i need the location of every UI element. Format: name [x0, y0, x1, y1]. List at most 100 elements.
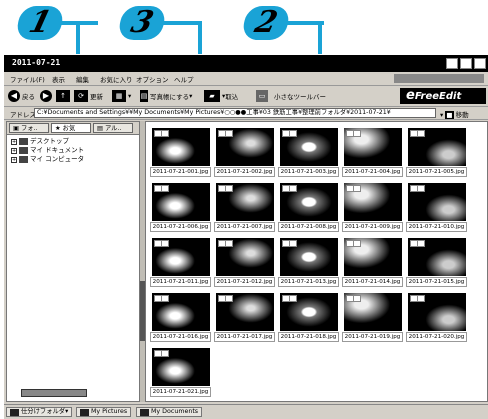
thumbnail-item[interactable]: 2011-07-21-021.jpg — [150, 346, 211, 397]
thumbnail-item[interactable]: 2011-07-21-018.jpg — [278, 291, 339, 342]
view-mode-dropdown-icon: ▾ — [189, 92, 193, 100]
expand-icon[interactable]: + — [11, 138, 17, 145]
thumbnail-item[interactable]: 2011-07-21-013.jpg — [278, 236, 339, 287]
folder-tree-pane: ▣ フォ.. ★ お気 ▤ アル.. + デスクトップ + マイ ドキュメント … — [6, 121, 140, 402]
selection-checkbox-icon[interactable] — [353, 185, 361, 192]
thumbnail-item[interactable]: 2011-07-21-014.jpg — [342, 236, 403, 287]
thumbnail-item[interactable]: 2011-07-21-001.jpg — [150, 126, 211, 177]
import-button[interactable]: ▰ ▾ 取込 — [204, 89, 238, 103]
address-input[interactable]: C:¥Documents and Settings¥¥My Documents¥… — [34, 108, 436, 118]
thumbnail-view-button[interactable]: ▦ ▾ — [112, 89, 131, 103]
menu-help[interactable]: ヘルプ — [174, 74, 194, 84]
menu-edit[interactable]: 編集 — [76, 74, 89, 84]
menu-options[interactable]: オプション — [136, 74, 169, 84]
selection-checkbox-icon[interactable] — [289, 295, 297, 302]
menu-favorites[interactable]: お気に入り — [100, 74, 133, 84]
selection-checkbox-icon[interactable] — [161, 185, 169, 192]
selection-checkbox-icon[interactable] — [417, 130, 425, 137]
tab-albums[interactable]: ▤ アル.. — [93, 123, 133, 133]
thumbnail-caption: 2011-07-21-016.jpg — [150, 332, 211, 342]
desktop-icon — [19, 138, 28, 145]
album-icon: ▤ — [140, 90, 148, 102]
address-go-button[interactable]: ▾ ■ 移動 — [440, 109, 469, 119]
back-button[interactable]: ◀ 戻る — [8, 89, 35, 103]
thumbnail-item[interactable]: 2011-07-21-011.jpg — [150, 236, 211, 287]
thumbnail-item[interactable]: 2011-07-21-006.jpg — [150, 181, 211, 232]
status-tab-my-documents[interactable]: My Documents — [136, 407, 203, 417]
thumbnail-item[interactable]: 2011-07-21-010.jpg — [406, 181, 467, 232]
thumbnail-caption: 2011-07-21-014.jpg — [342, 277, 403, 287]
tree-item-desktop[interactable]: + デスクトップ — [11, 137, 84, 146]
tree-item-my-computer[interactable]: + マイ コンピュータ — [11, 155, 84, 164]
thumbnail-item[interactable]: 2011-07-21-008.jpg — [278, 181, 339, 232]
tab-folders[interactable]: ▣ フォ.. — [9, 123, 49, 133]
thumbnail-item[interactable]: 2011-07-21-019.jpg — [342, 291, 403, 342]
selection-checkbox-icon[interactable] — [289, 130, 297, 137]
selection-checkbox-icon[interactable] — [161, 350, 169, 357]
minimize-button[interactable] — [446, 58, 458, 69]
selection-checkbox-icon[interactable] — [161, 240, 169, 247]
thumbnail-item[interactable]: 2011-07-21-005.jpg — [406, 126, 467, 177]
callout-1: 1 — [13, 0, 98, 46]
thumbnail-caption: 2011-07-21-018.jpg — [278, 332, 339, 342]
selection-checkbox-icon[interactable] — [225, 295, 233, 302]
selection-checkbox-icon[interactable] — [353, 240, 361, 247]
thumbnail-item[interactable]: 2011-07-21-004.jpg — [342, 126, 403, 177]
selection-checkbox-icon[interactable] — [225, 240, 233, 247]
menu-bar: ファイル(F) 表示 編集 お気に入り オプション ヘルプ — [4, 72, 488, 86]
selection-checkbox-icon[interactable] — [289, 240, 297, 247]
thumbnail-image — [408, 238, 466, 276]
thumbnail-item[interactable]: 2011-07-21-017.jpg — [214, 291, 275, 342]
thumbnail-item[interactable]: 2011-07-21-009.jpg — [342, 181, 403, 232]
go-icon: ■ — [445, 111, 454, 119]
callout-2: 2 — [239, 0, 324, 46]
thumbnail-caption: 2011-07-21-004.jpg — [342, 167, 403, 177]
expand-icon[interactable]: + — [11, 147, 17, 154]
tab-favorites[interactable]: ★ お気 — [51, 123, 91, 133]
small-toolbar-button[interactable]: ▭ 小さなツールバー — [256, 89, 326, 103]
thumbnail-image — [280, 293, 338, 331]
selection-checkbox-icon[interactable] — [225, 185, 233, 192]
address-label: アドレス — [10, 111, 36, 119]
selection-checkbox-icon[interactable] — [161, 295, 169, 302]
thumbnail-item[interactable]: 2011-07-21-002.jpg — [214, 126, 275, 177]
thumbnail-item[interactable]: 2011-07-21-012.jpg — [214, 236, 275, 287]
thumbnail-item[interactable]: 2011-07-21-007.jpg — [214, 181, 275, 232]
menu-file[interactable]: ファイル(F) — [10, 74, 45, 84]
status-tab-my-pictures[interactable]: My Pictures — [76, 407, 132, 417]
thumbnail-caption: 2011-07-21-013.jpg — [278, 277, 339, 287]
tree-item-label: マイ ドキュメント — [30, 146, 85, 154]
thumbnail-image — [344, 128, 402, 166]
thumbnail-item[interactable]: 2011-07-21-016.jpg — [150, 291, 211, 342]
thumbnail-item[interactable]: 2011-07-21-003.jpg — [278, 126, 339, 177]
up-folder-button[interactable]: ↑ — [56, 89, 72, 103]
selection-checkbox-icon[interactable] — [353, 295, 361, 302]
forward-button[interactable]: ▶ — [40, 89, 54, 103]
refresh-button[interactable]: ⟳ 更新 — [74, 89, 103, 103]
expand-icon[interactable]: + — [11, 156, 17, 163]
title-bar: 2011-07-21 — [4, 55, 488, 72]
thumbnail-caption: 2011-07-21-001.jpg — [150, 167, 211, 177]
maximize-button[interactable] — [460, 58, 472, 69]
selection-checkbox-icon[interactable] — [417, 240, 425, 247]
horizontal-scrollbar[interactable] — [21, 389, 87, 397]
thumbnail-caption: 2011-07-21-021.jpg — [150, 387, 211, 397]
thumbnail-caption: 2011-07-21-019.jpg — [342, 332, 403, 342]
thumbnail-item[interactable]: 2011-07-21-020.jpg — [406, 291, 467, 342]
status-tab-sort-folder[interactable]: 仕分けフォルダ ▾ — [6, 407, 73, 417]
view-mode-button[interactable]: ▤ 写真帳にする ▾ — [140, 89, 192, 103]
selection-checkbox-icon[interactable] — [289, 185, 297, 192]
selection-checkbox-icon[interactable] — [225, 130, 233, 137]
tree-item-my-documents[interactable]: + マイ ドキュメント — [11, 146, 84, 155]
folder-icon — [80, 408, 89, 416]
selection-checkbox-icon[interactable] — [161, 130, 169, 137]
menu-view[interactable]: 表示 — [52, 74, 65, 84]
selection-checkbox-icon[interactable] — [353, 130, 361, 137]
callout-3: 3 — [115, 0, 200, 46]
close-button[interactable] — [474, 58, 486, 69]
selection-checkbox-icon[interactable] — [417, 295, 425, 302]
thumbnail-image — [408, 293, 466, 331]
thumbnail-image — [216, 238, 274, 276]
selection-checkbox-icon[interactable] — [417, 185, 425, 192]
thumbnail-item[interactable]: 2011-07-21-015.jpg — [406, 236, 467, 287]
